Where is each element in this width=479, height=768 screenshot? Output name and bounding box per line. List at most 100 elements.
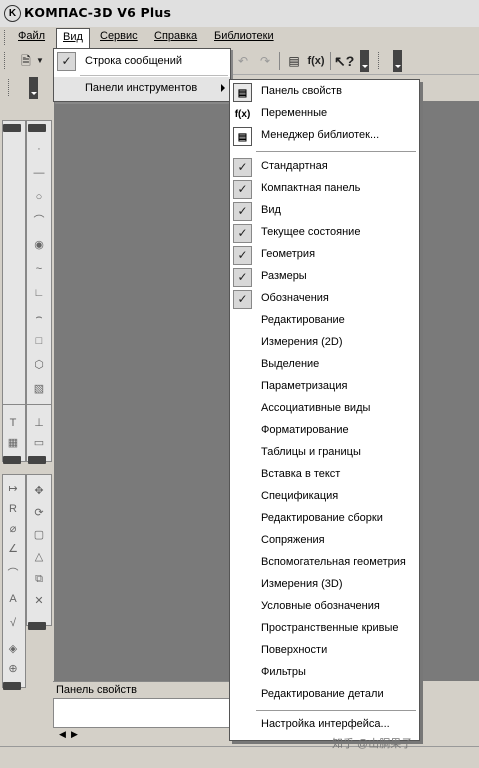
toolbar-toggle-item[interactable]: Ассоциативные виды [230, 398, 419, 420]
menu-separator [256, 151, 416, 152]
spline-icon[interactable]: ~ [32, 262, 46, 276]
section-icon[interactable]: ⊥ [32, 416, 46, 430]
check-icon: ✓ [233, 180, 252, 199]
toolbar-toggle-item[interactable]: ✓ Стандартная [230, 156, 419, 178]
datum-icon[interactable]: ▭ [32, 436, 46, 450]
trim-icon[interactable]: ✕ [32, 594, 46, 608]
toolbar-grip[interactable] [4, 52, 7, 69]
panel-collapse-icon[interactable] [3, 124, 21, 132]
toolbar-overflow-icon[interactable] [29, 77, 38, 99]
toolbar-overflow-icon[interactable] [360, 50, 369, 72]
menu-help[interactable]: Справка [154, 30, 197, 42]
circle-icon[interactable]: ○ [32, 190, 46, 204]
properties-panel-icon[interactable]: ▤ [284, 51, 304, 71]
menubar-grip[interactable] [4, 30, 7, 45]
scroll-left-icon[interactable]: ◀ [59, 729, 66, 740]
menu-item-message-bar[interactable]: ✓ Строка сообщений [54, 50, 230, 74]
menu-file[interactable]: Файл [18, 30, 45, 42]
toolbar-toggle-item[interactable]: Вспомогательная геометрия [230, 552, 419, 574]
copy-icon[interactable]: ⧉ [32, 572, 46, 586]
rotate-icon[interactable]: ⟳ [32, 506, 46, 520]
submenu-item-customize-interface[interactable]: Настройка интерфейса... [230, 714, 419, 736]
redo-icon[interactable]: ↷ [255, 51, 275, 71]
toolbar-toggle-item[interactable]: ✓ Обозначения [230, 288, 419, 310]
toolbar-toggle-item[interactable]: ✓ Текущее состояние [230, 222, 419, 244]
menu-libraries[interactable]: Библиотеки [214, 30, 274, 42]
variables-fx-icon[interactable]: f(x) [305, 51, 327, 71]
panel-collapse-icon[interactable] [3, 456, 21, 464]
menu-view[interactable]: Вид [56, 28, 90, 49]
toolbar-toggle-item[interactable]: Измерения (3D) [230, 574, 419, 596]
new-document-icon[interactable]: 🗎 [16, 51, 36, 71]
toolbar-toggle-item[interactable]: Таблицы и границы [230, 442, 419, 464]
submenu-item-variables[interactable]: f(x) Переменные [230, 103, 419, 125]
scale-icon[interactable]: ▢ [32, 528, 46, 542]
check-icon: ✓ [233, 202, 252, 221]
check-icon: ✓ [233, 290, 252, 309]
property-panel-body[interactable] [53, 698, 233, 728]
toolbar-toggle-item[interactable]: Спецификация [230, 486, 419, 508]
toolbar-toggle-item[interactable]: Редактирование детали [230, 684, 419, 706]
toolbar-toggle-item[interactable]: Форматирование [230, 420, 419, 442]
angle-dimension-icon[interactable]: ∠ [6, 542, 20, 556]
toolbar-toggle-item[interactable]: Условные обозначения [230, 596, 419, 618]
toolbar-toggle-item[interactable]: ✓ Размеры [230, 266, 419, 288]
toolbar-toggle-item[interactable]: Поверхности [230, 640, 419, 662]
toolbar-overflow-icon[interactable] [393, 50, 402, 72]
roughness-icon[interactable]: √ [6, 616, 20, 630]
panel-collapse-icon[interactable] [28, 124, 46, 132]
point-icon[interactable]: · [32, 142, 46, 156]
toolbar-toggle-label: Пространственные кривые [261, 622, 399, 634]
toolbar-toggle-item[interactable]: ✓ Вид [230, 200, 419, 222]
arc-icon[interactable]: ⌒ [32, 214, 46, 228]
linear-dimension-icon[interactable]: ↦ [6, 482, 20, 496]
toolbar-toggle-item[interactable]: Вставка в текст [230, 464, 419, 486]
undo-icon[interactable]: ↶ [233, 51, 253, 71]
toolbar-toggle-item[interactable]: Сопряжения [230, 530, 419, 552]
toolbar-toggle-item[interactable]: Измерения (2D) [230, 332, 419, 354]
base-icon[interactable]: ◈ [6, 642, 20, 656]
rectangle-icon[interactable]: □ [32, 334, 46, 348]
toolbar-toggle-item[interactable]: Параметризация [230, 376, 419, 398]
move-icon[interactable]: ✥ [32, 484, 46, 498]
context-help-icon[interactable]: ↖? [334, 51, 354, 71]
new-document-dropdown-icon[interactable]: ▼ [34, 51, 46, 71]
toolbar-toggle-item[interactable]: Пространственные кривые [230, 618, 419, 640]
ellipse-icon[interactable]: ◉ [32, 238, 46, 252]
leader-icon[interactable]: A [6, 592, 20, 606]
toolbar-toggle-item[interactable]: Редактирование [230, 310, 419, 332]
toolbar-grip[interactable] [378, 52, 381, 69]
fillet-icon[interactable]: ⌢ [32, 310, 46, 324]
toolbar-toggle-item[interactable]: Выделение [230, 354, 419, 376]
select-icon[interactable]: ⊕ [6, 662, 20, 676]
panel-collapse-icon[interactable] [3, 682, 21, 690]
menu-item-toolbars[interactable]: Панели инструментов [54, 77, 230, 101]
table-icon[interactable]: ▦ [6, 436, 20, 450]
panel-collapse-icon[interactable] [28, 622, 46, 630]
polyline-icon[interactable]: ∟ [32, 286, 46, 300]
toolbar-toggle-item[interactable]: Редактирование сборки [230, 508, 419, 530]
hatch-icon[interactable]: ▧ [32, 382, 46, 396]
toolbar-toggle-label: Поверхности [261, 644, 328, 656]
toolbar-toggle-item[interactable]: Фильтры [230, 662, 419, 684]
toolbar-toggle-item[interactable]: ✓ Компактная панель [230, 178, 419, 200]
toolbar-toggle-label: Текущее состояние [261, 226, 361, 238]
toolbar-toggle-label: Выделение [261, 358, 320, 370]
toolbar-toggle-label: Редактирование [261, 314, 345, 326]
submenu-item-library-manager[interactable]: ▤ Менеджер библиотек... [230, 125, 419, 147]
toolbar-grip[interactable] [8, 79, 11, 96]
properties-panel-icon: ▤ [233, 83, 252, 102]
text-icon[interactable]: T [6, 416, 20, 430]
toolbar-toggle-item[interactable]: ✓ Геометрия [230, 244, 419, 266]
radial-dimension-icon[interactable]: R [6, 502, 20, 516]
panel-collapse-icon[interactable] [28, 456, 46, 464]
arc-dimension-icon[interactable]: ⌒ [6, 567, 20, 581]
submenu-item-properties-panel[interactable]: ▤ Панель свойств [230, 81, 419, 103]
line-icon[interactable]: — [32, 166, 46, 180]
diameter-dimension-icon[interactable]: ⌀ [6, 522, 20, 536]
scroll-right-icon[interactable]: ▶ [71, 729, 78, 740]
menu-service[interactable]: Сервис [100, 30, 138, 42]
mirror-icon[interactable]: △ [32, 550, 46, 564]
polygon-icon[interactable]: ⬡ [32, 358, 46, 372]
toolbar-toggle-label: Геометрия [261, 248, 316, 260]
